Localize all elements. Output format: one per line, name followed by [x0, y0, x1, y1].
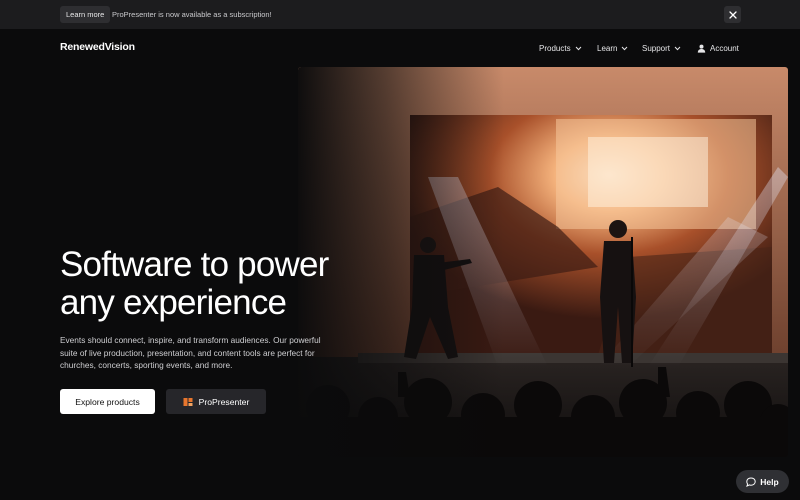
help-label: Help [760, 476, 779, 487]
nav-products[interactable]: Products [539, 42, 582, 54]
propresenter-button[interactable]: ProPresenter [166, 389, 266, 414]
nav-account[interactable]: Account [697, 42, 739, 54]
nav-support[interactable]: Support [642, 42, 681, 54]
hero-description: Events should connect, inspire, and tran… [60, 335, 321, 370]
hero-headline: Software to power any experience [60, 246, 390, 322]
chevron-down-icon [674, 46, 681, 50]
chevron-down-icon [575, 46, 581, 50]
explore-products-button[interactable]: Explore products [60, 389, 155, 414]
help-button[interactable]: Help [736, 470, 789, 493]
hero-headline-line2: any experience [60, 283, 287, 322]
propresenter-button-label: ProPresenter [198, 396, 250, 407]
nav-support-label: Support [642, 43, 671, 53]
nav-learn-label: Learn [597, 43, 618, 53]
nav-learn[interactable]: Learn [597, 42, 628, 54]
user-icon [697, 44, 706, 53]
announcement-bar: Learn more ProPresenter is now available… [0, 0, 800, 29]
hero-headline-line1: Software to power [60, 245, 329, 284]
announcement-text: ProPresenter is now available as a subsc… [112, 10, 272, 19]
close-announcement-button[interactable] [724, 6, 741, 23]
main-nav: RenewedVision Products Learn Support Acc… [0, 29, 800, 67]
learn-more-button[interactable]: Learn more [60, 6, 111, 23]
logo[interactable]: RenewedVision [60, 41, 135, 53]
nav-account-label: Account [710, 43, 739, 53]
chat-bubble-icon [746, 476, 756, 487]
nav-products-label: Products [539, 43, 571, 53]
close-icon [728, 10, 737, 19]
chevron-down-icon [622, 46, 628, 50]
propresenter-logo-icon [183, 397, 193, 406]
